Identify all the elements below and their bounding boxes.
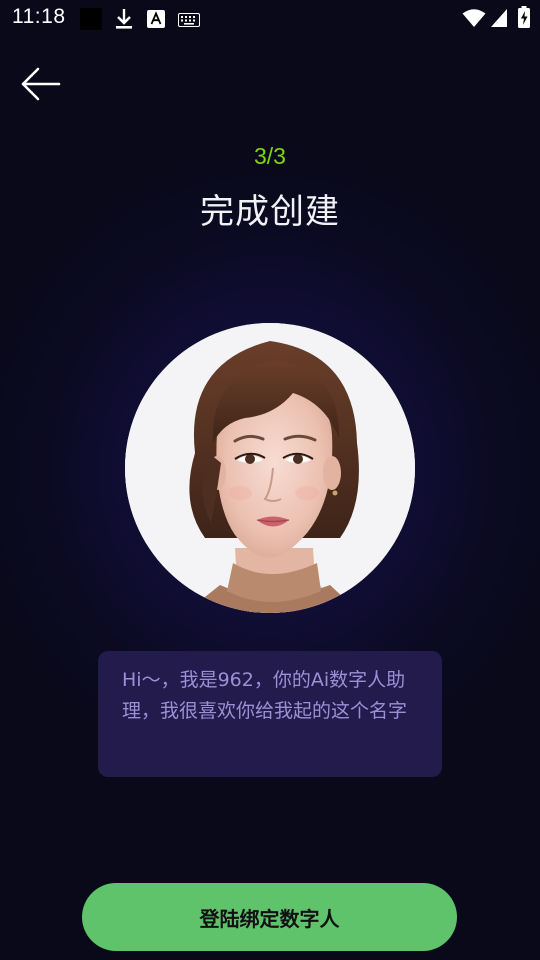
page-title: 完成创建 (200, 192, 340, 232)
font-a-icon (147, 10, 165, 32)
step-indicator: 3/3 (254, 143, 286, 169)
download-icon (115, 8, 133, 34)
battery-charging-icon (518, 6, 530, 32)
avatar (125, 323, 415, 613)
login-bind-digital-human-button[interactable]: 登陆绑定数字人 (82, 883, 457, 951)
assistant-greeting-text: Hi～，我是962，你的Ai数字人助理，我很喜欢你给我起的这个名字 (122, 669, 408, 722)
status-bar: 11:18 (0, 0, 540, 36)
status-time: 11:18 (12, 5, 66, 28)
signal-icon (490, 8, 508, 32)
square-notification-icon (80, 8, 102, 34)
wifi-icon (462, 8, 486, 32)
portrait-illustration (125, 323, 415, 613)
arrow-left-icon (19, 66, 61, 106)
keyboard-icon (178, 12, 200, 31)
back-button[interactable] (14, 62, 66, 110)
message-card: Hi～，我是962，你的Ai数字人助理，我很喜欢你给我起的这个名字 (98, 651, 442, 777)
